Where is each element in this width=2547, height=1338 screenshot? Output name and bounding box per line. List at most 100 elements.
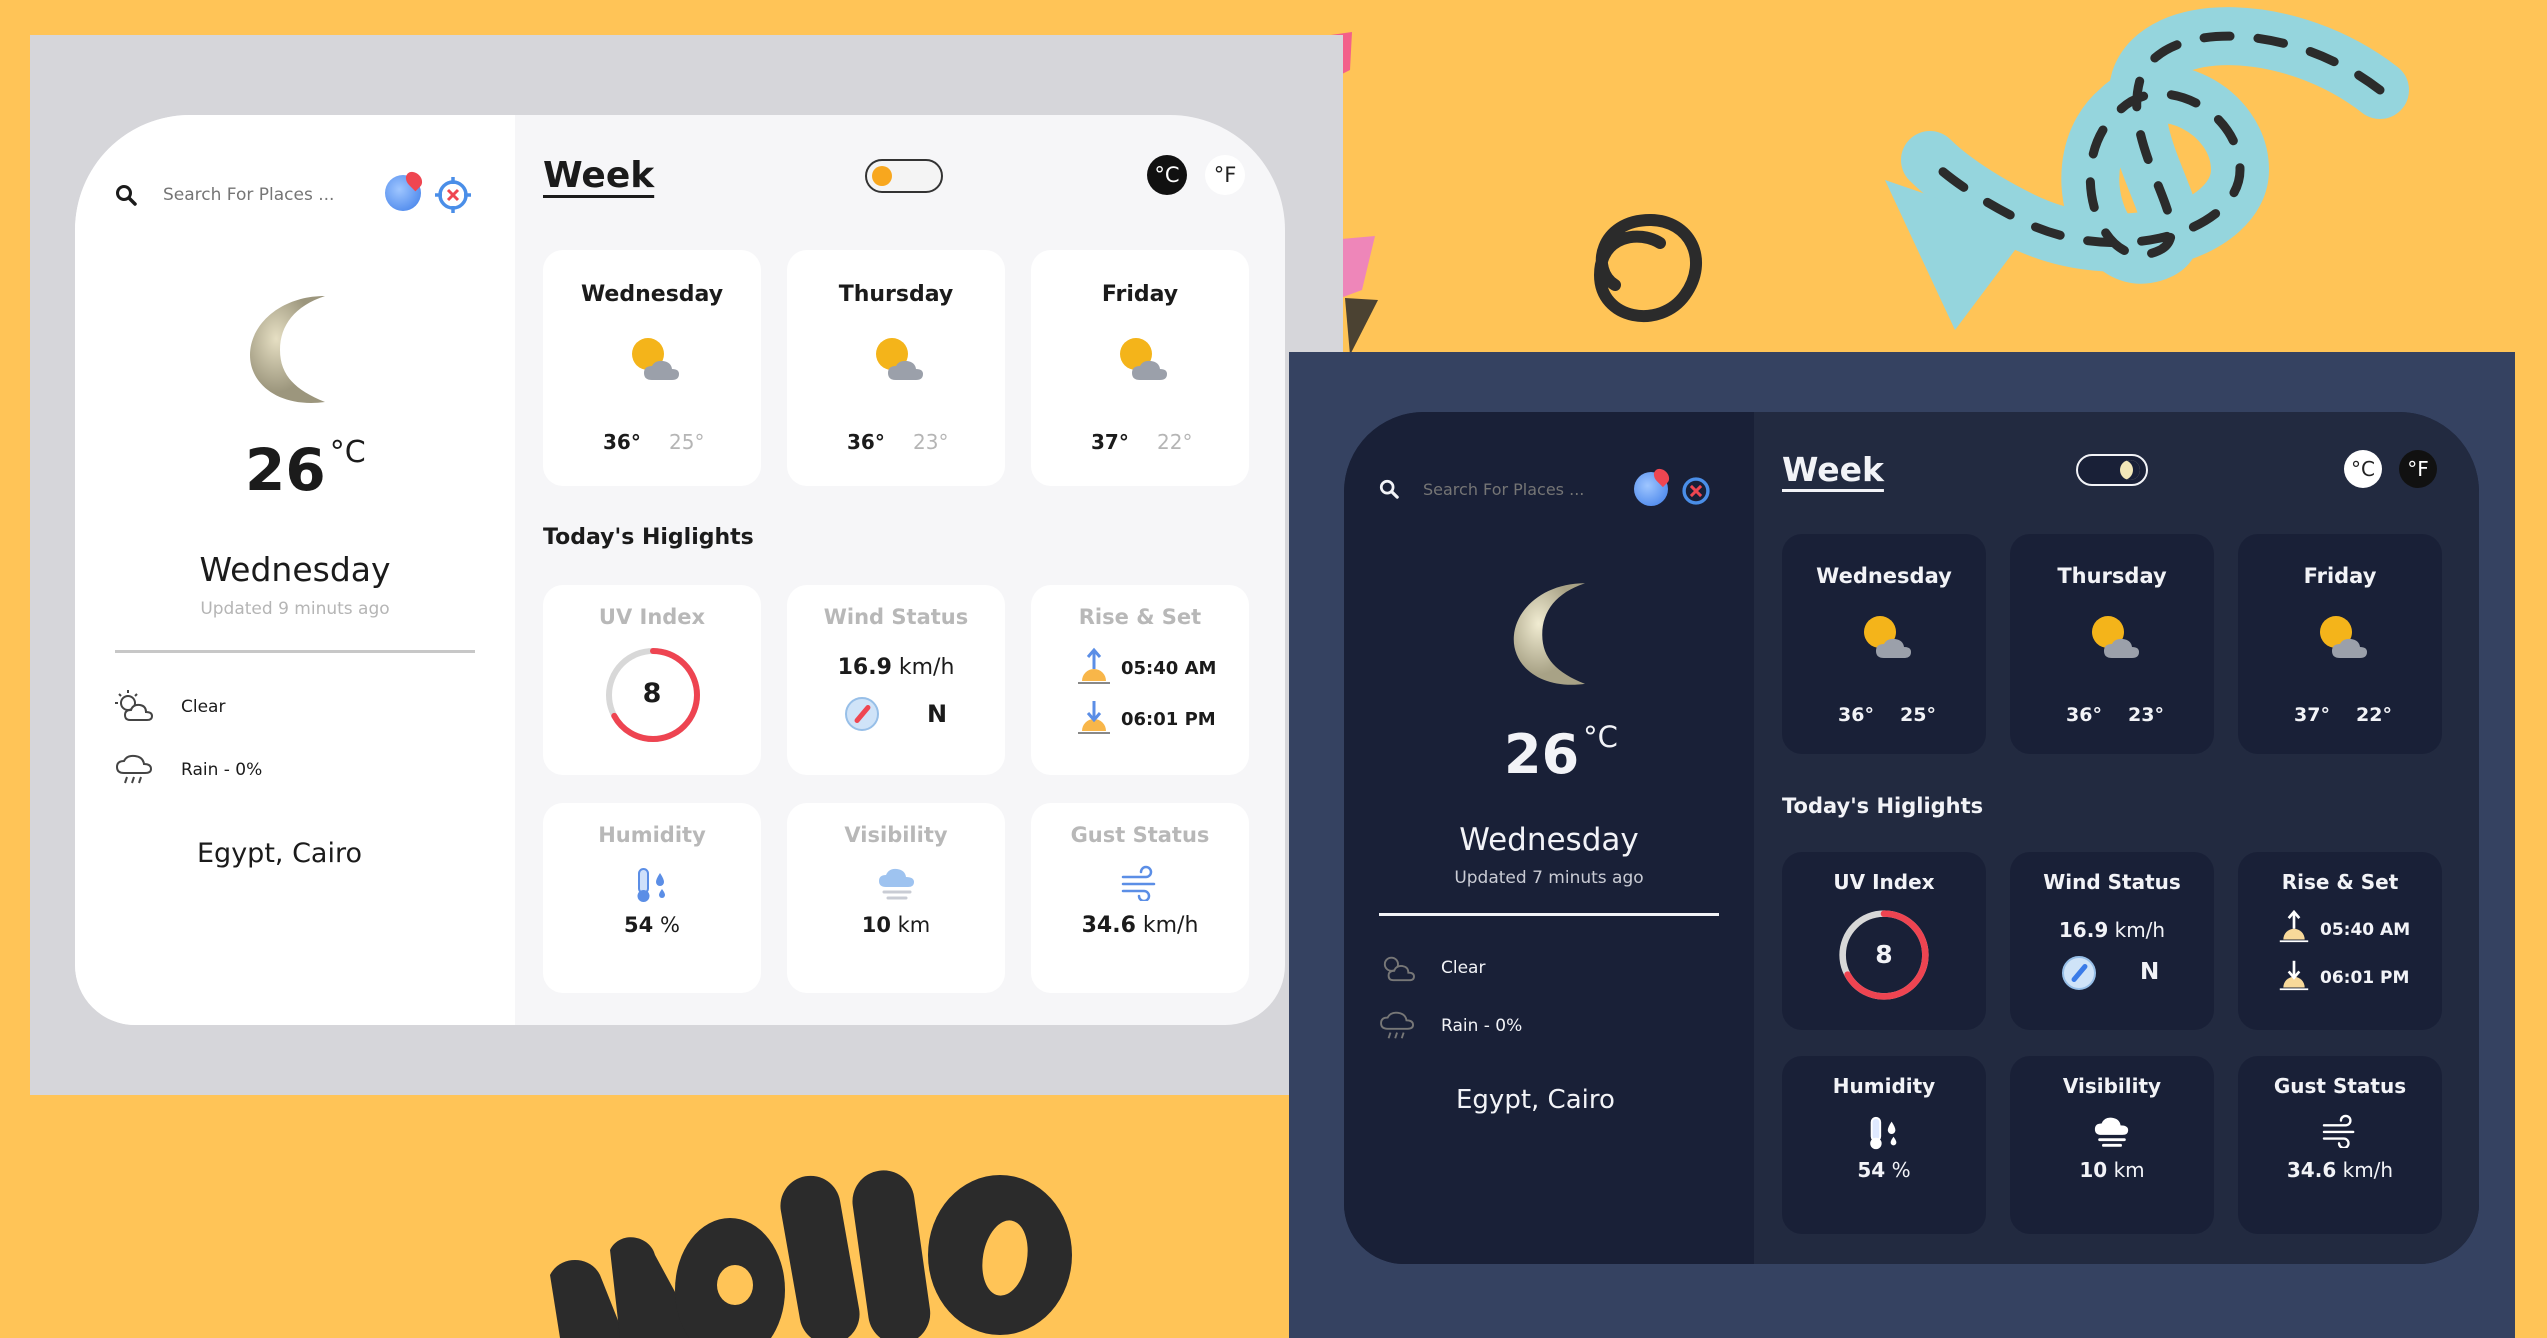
day-low: 23°	[913, 430, 949, 454]
day-name: Friday	[1101, 282, 1179, 307]
sun-cloud-icon	[632, 338, 679, 380]
search-input[interactable]	[1421, 478, 1585, 500]
week-tab[interactable]: Week	[1782, 450, 1884, 489]
visibility-card: Visibility 10 km	[787, 803, 1005, 993]
visibility-value: 10 km	[861, 913, 931, 937]
compass-icon	[845, 697, 879, 731]
card-title: Visibility	[2062, 1074, 2162, 1098]
day-card[interactable]: Friday 37° 22°	[1031, 250, 1249, 486]
card-title: UV Index	[1833, 870, 1935, 894]
sun-cloud-icon	[1864, 616, 1911, 658]
sunset-time: 06:01 PM	[1121, 709, 1216, 730]
week-tab[interactable]: Week	[543, 155, 654, 196]
day-name: Friday	[2303, 564, 2377, 588]
current-day: Wednesday	[199, 550, 391, 589]
wind-status-card: Wind Status 16.9 km/h N	[787, 585, 1005, 775]
current-location-icon[interactable]	[433, 175, 473, 215]
theme-toggle[interactable]	[2076, 454, 2148, 486]
day-high: 36°	[847, 430, 885, 454]
sunrise-sunset-card: Rise & Set 05:40 AM 06:01 PM	[1031, 585, 1249, 775]
forecast-panel: Week °C °F Wednesday 36° 25° Thursday 36° 23°…	[515, 115, 1285, 1025]
highlights-title: Today's Higlights	[1782, 794, 1984, 818]
day-low: 25°	[1900, 704, 1936, 726]
light-theme-preview: 26°C Wednesday Updated 9 minuts ago Clea…	[30, 35, 1343, 1095]
condition-clear: Clear	[1379, 952, 1485, 984]
wind-icon	[2322, 1114, 2355, 1148]
search-bar[interactable]	[115, 180, 335, 210]
location-name: Egypt, Cairo	[1456, 1085, 1615, 1115]
dark-theme-preview: 26°C Wednesday Updated 7 minuts ago Clea…	[1289, 352, 2515, 1338]
day-card[interactable]: Thursday 36° 23°	[2010, 534, 2214, 754]
humidity-icon	[1870, 1116, 1897, 1150]
fog-cloud-icon	[879, 868, 914, 900]
uv-value: 8	[1875, 940, 1893, 969]
wind-status-card: Wind Status 16.9 km/h N	[2010, 852, 2214, 1030]
uv-index-card: UV Index 8	[1782, 852, 1986, 1030]
condition-clear: Clear	[115, 690, 225, 724]
condition-label: Rain - 0%	[181, 760, 263, 780]
humidity-card: Humidity 54 %	[543, 803, 761, 993]
search-icon	[116, 185, 137, 206]
condition-rain: Rain - 0%	[115, 753, 262, 787]
toggle-knob-moon-icon	[2120, 460, 2140, 480]
card-title: Wind Status	[2043, 870, 2181, 894]
humidity-card: Humidity 54 %	[1782, 1056, 1986, 1234]
visibility-value: 10 km	[2079, 1158, 2145, 1182]
current-weather-panel: 26°C Wednesday Updated 7 minuts ago Clea…	[1344, 412, 1754, 1264]
day-high: 36°	[1838, 704, 1874, 726]
sunset-icon	[2279, 960, 2309, 991]
day-card[interactable]: Wednesday 36° 25°	[1782, 534, 1986, 754]
day-card[interactable]: Friday 37° 22°	[2238, 534, 2442, 754]
sunset-icon	[1078, 701, 1110, 734]
card-title: Gust Status	[1070, 823, 1210, 847]
humidity-value: 54 %	[1857, 1158, 1911, 1182]
day-low: 22°	[2356, 704, 2392, 726]
toggle-knob-sun-icon	[872, 166, 892, 186]
card-title: Visibility	[844, 823, 948, 847]
gust-status-card: Gust Status 34.6 km/h	[2238, 1056, 2442, 1234]
day-name: Thursday	[838, 282, 954, 307]
celsius-button[interactable]: °C	[2344, 450, 2382, 488]
hello-decoration-text: hello	[0, 0, 2, 1]
gust-status-card: Gust Status 34.6 km/h	[1031, 803, 1249, 993]
current-weather-panel: 26°C Wednesday Updated 9 minuts ago Clea…	[75, 115, 515, 1025]
day-card[interactable]: Thursday 36° 23°	[787, 250, 1005, 486]
moon-icon	[1513, 583, 1585, 685]
day-name: Wednesday	[580, 282, 724, 307]
weather-widget-dark: 26°C Wednesday Updated 7 minuts ago Clea…	[1344, 412, 2479, 1264]
uv-index-card: UV Index 8	[543, 585, 761, 775]
current-temperature: 26 °C	[1504, 720, 1618, 786]
fahrenheit-button[interactable]: °F	[1205, 155, 1245, 195]
card-title: Rise & Set	[1078, 605, 1202, 629]
card-title: Wind Status	[823, 605, 969, 629]
sun-cloud-icon	[2320, 616, 2367, 658]
temperature-unit: °C	[329, 435, 366, 470]
sunrise-time: 05:40 AM	[1121, 658, 1217, 679]
current-location-icon[interactable]	[1679, 474, 1713, 508]
updated-time: Updated 9 minuts ago	[200, 599, 390, 619]
day-card[interactable]: Wednesday 36° 25°	[543, 250, 761, 486]
gust-value: 34.6 km/h	[2286, 1158, 2394, 1182]
wind-direction: N	[927, 700, 948, 728]
search-icon	[1379, 479, 1399, 499]
celsius-button[interactable]: °C	[1147, 155, 1187, 195]
condition-label: Clear	[181, 697, 226, 717]
day-low: 25°	[669, 430, 705, 454]
card-title: Humidity	[1832, 1074, 1936, 1098]
search-input[interactable]	[161, 184, 335, 206]
day-high: 36°	[603, 430, 641, 454]
sun-cloud-icon	[1120, 338, 1167, 380]
temperature-unit: °C	[1583, 720, 1618, 754]
day-high: 37°	[1091, 430, 1129, 454]
fahrenheit-button[interactable]: °F	[2399, 450, 2437, 488]
sunrise-time: 05:40 AM	[2320, 920, 2411, 940]
day-high: 37°	[2294, 704, 2330, 726]
current-day: Wednesday	[1459, 822, 1639, 858]
fog-cloud-icon	[2094, 1117, 2129, 1147]
wind-speed: 16.9 km/h	[837, 655, 955, 680]
condition-label: Clear	[1441, 958, 1486, 978]
theme-toggle[interactable]	[865, 159, 943, 193]
card-title: Gust Status	[2273, 1074, 2407, 1098]
search-bar[interactable]	[1379, 474, 1589, 504]
sun-cloud-icon	[2092, 616, 2139, 658]
